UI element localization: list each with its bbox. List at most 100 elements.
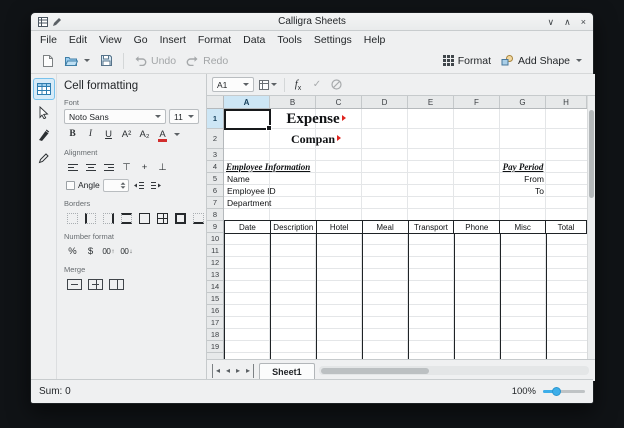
formula-fx-button[interactable]: fx (290, 77, 306, 93)
increase-indent-button[interactable] (148, 177, 165, 193)
column-header-f[interactable]: F (454, 96, 500, 108)
previous-sheet-button[interactable]: ◂ (223, 364, 233, 378)
cell-expense-title[interactable]: Expense (270, 109, 362, 129)
menu-insert[interactable]: Insert (154, 33, 192, 47)
menu-file[interactable]: File (34, 33, 63, 47)
cell-name[interactable]: Name (227, 173, 250, 185)
column-header-d[interactable]: D (362, 96, 408, 108)
border-all-button[interactable] (154, 210, 171, 226)
menu-tools[interactable]: Tools (271, 33, 308, 47)
cell-department[interactable]: Department (227, 197, 271, 209)
row-header-11[interactable]: 11 (207, 245, 223, 257)
row-header-5[interactable]: 5 (207, 173, 223, 185)
table-header-total[interactable]: Total (546, 221, 587, 233)
cell-from[interactable]: From (500, 173, 544, 185)
table-header-misc[interactable]: Misc (500, 221, 546, 233)
cell-company[interactable]: Compan (270, 129, 362, 149)
cell-employee-information[interactable]: Employee Information (226, 161, 310, 173)
select-all-corner[interactable] (207, 96, 224, 109)
cancel-button[interactable] (328, 77, 344, 93)
decrease-precision-button[interactable]: 00↓ (118, 243, 135, 259)
border-thick-outline-button[interactable] (172, 210, 189, 226)
open-document-button[interactable] (60, 52, 94, 70)
cell-list-button[interactable] (257, 77, 279, 93)
border-none-button[interactable] (64, 210, 81, 226)
row-header-19[interactable]: 19 (207, 341, 223, 353)
valign-bottom-button[interactable]: ⊥ (154, 159, 171, 175)
table-header-phone[interactable]: Phone (454, 221, 500, 233)
menu-go[interactable]: Go (128, 33, 154, 47)
superscript-button[interactable]: A² (118, 126, 135, 142)
last-sheet-button[interactable]: ▸ (243, 364, 254, 378)
font-size-select[interactable]: 11 (169, 109, 199, 124)
table-header-description[interactable]: Description (271, 221, 317, 233)
underline-button[interactable]: U (100, 126, 117, 142)
cell-reference-box[interactable]: A1 (212, 77, 254, 92)
menu-help[interactable]: Help (358, 33, 392, 47)
cell-grid[interactable]: DateDescriptionHotelMealTransportPhoneMi… (224, 109, 587, 359)
font-color-button[interactable]: A (154, 126, 171, 142)
redo-button[interactable]: Redo (182, 52, 232, 70)
row-header-12[interactable]: 12 (207, 257, 223, 269)
row-header-3[interactable]: 3 (207, 149, 223, 161)
column-header-a[interactable]: A (224, 96, 270, 108)
table-header-hotel[interactable]: Hotel (317, 221, 363, 233)
menu-data[interactable]: Data (237, 33, 271, 47)
zoom-slider[interactable] (543, 390, 585, 393)
valign-top-button[interactable]: ⊤ (118, 159, 135, 175)
menu-format[interactable]: Format (192, 33, 237, 47)
first-sheet-button[interactable]: ◂ (212, 364, 223, 378)
table-header-date[interactable]: Date (225, 221, 271, 233)
row-header-15[interactable]: 15 (207, 293, 223, 305)
align-left-button[interactable] (64, 159, 81, 175)
new-document-button[interactable] (38, 51, 58, 71)
merge-cells-button[interactable] (64, 276, 84, 292)
row-header-18[interactable]: 18 (207, 329, 223, 341)
row-header-10[interactable]: 10 (207, 233, 223, 245)
row-header-8[interactable]: 8 (207, 209, 223, 221)
row-header-4[interactable]: 4 (207, 161, 223, 173)
row-header-1[interactable]: 1 (207, 109, 223, 129)
italic-button[interactable]: I (82, 126, 99, 142)
font-color-caret-icon[interactable] (174, 133, 180, 136)
vertical-scrollbar-thumb[interactable] (589, 110, 594, 198)
save-button[interactable] (96, 51, 117, 70)
merge-horizontal-button[interactable] (85, 276, 105, 292)
increase-precision-button[interactable]: 00↑ (100, 243, 117, 259)
column-header-c[interactable]: C (316, 96, 362, 108)
align-right-button[interactable] (100, 159, 117, 175)
table-header-meal[interactable]: Meal (363, 221, 409, 233)
row-header-13[interactable]: 13 (207, 269, 223, 281)
percent-format-button[interactable]: % (64, 243, 81, 259)
cell-to[interactable]: To (500, 185, 544, 197)
add-shape-button[interactable]: Add Shape (497, 52, 586, 70)
column-header-h[interactable]: H (546, 96, 587, 108)
undo-button[interactable]: Undo (130, 52, 180, 70)
bold-button[interactable]: B (64, 126, 81, 142)
maximize-button[interactable]: ∧ (564, 13, 571, 31)
cell-pay-period[interactable]: Pay Period (500, 161, 546, 173)
menu-edit[interactable]: Edit (63, 33, 93, 47)
decrease-indent-button[interactable] (130, 177, 147, 193)
border-left-button[interactable] (82, 210, 99, 226)
row-header-14[interactable]: 14 (207, 281, 223, 293)
zoom-slider-knob[interactable] (552, 387, 561, 396)
cell-employee-id[interactable]: Employee ID (227, 185, 276, 197)
valign-middle-button[interactable]: + (136, 159, 153, 175)
row-header-17[interactable]: 17 (207, 317, 223, 329)
border-right-button[interactable] (100, 210, 117, 226)
menu-view[interactable]: View (93, 33, 128, 47)
minimize-button[interactable]: ∨ (548, 13, 555, 31)
pencil-tool-button[interactable] (33, 147, 55, 169)
table-header-transport[interactable]: Transport (409, 221, 455, 233)
border-top-bottom-button[interactable] (118, 210, 135, 226)
next-sheet-button[interactable]: ▸ (233, 364, 243, 378)
calligraphy-tool-button[interactable] (33, 124, 55, 146)
border-bottom-button[interactable] (190, 210, 207, 226)
angle-spinbox[interactable] (103, 179, 129, 192)
row-header-6[interactable]: 6 (207, 185, 223, 197)
row-header-16[interactable]: 16 (207, 305, 223, 317)
angle-checkbox[interactable] (66, 181, 75, 190)
close-button[interactable]: × (581, 13, 586, 31)
align-center-button[interactable] (82, 159, 99, 175)
